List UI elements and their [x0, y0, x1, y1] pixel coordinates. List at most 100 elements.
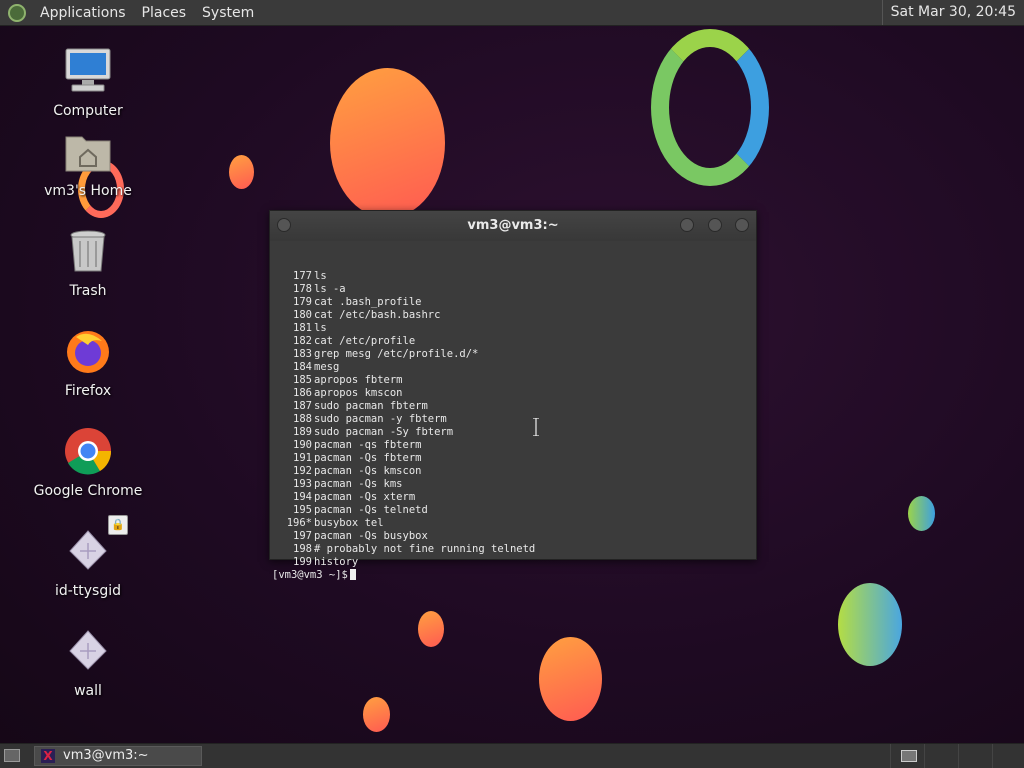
wallpaper-balloon [330, 68, 445, 218]
history-number: 186 [293, 387, 312, 399]
history-command: sudo pacman fbterm [314, 400, 428, 412]
history-command: sudo pacman -Sy fbterm [314, 426, 454, 438]
desktop-icon-id-ttysgid[interactable]: 🔒 id-ttysgid [28, 515, 148, 615]
terminal-history-line: 190 pacman -qs fbterm [272, 439, 754, 452]
terminal-history-line: 188 sudo pacman -y fbterm [272, 413, 754, 426]
show-desktop-icon[interactable] [4, 749, 20, 762]
history-command: pacman -Qs xterm [314, 491, 416, 503]
desktop-icon-label: Google Chrome [33, 483, 143, 499]
history-command: grep mesg /etc/profile.d/* [314, 348, 479, 360]
bottom-panel: X vm3@vm3:~ [0, 743, 1024, 768]
history-number: 197 [293, 530, 312, 542]
terminal-app-icon: X [41, 749, 55, 763]
terminal-history-line: 180 cat /etc/bash.bashrc [272, 309, 754, 322]
menu-logo-icon[interactable] [8, 3, 26, 22]
terminal-history-line: 196* busybox tel [272, 517, 754, 530]
history-command: ls -a [314, 283, 346, 295]
history-command: busybox tel [314, 517, 384, 529]
terminal-history-line: 193 pacman -Qs kms [272, 478, 754, 491]
terminal-history-line: 184 mesg [272, 361, 754, 374]
terminal-history-line: 179 cat .bash_profile [272, 296, 754, 309]
terminal-history-line: 178 ls -a [272, 283, 754, 296]
close-button[interactable] [735, 218, 749, 232]
desktop-icon-home[interactable]: vm3's Home [28, 125, 148, 215]
wallpaper-ring [651, 29, 769, 186]
taskbar-window-button[interactable]: X vm3@vm3:~ [34, 746, 202, 766]
window-menu-button[interactable] [277, 218, 291, 232]
terminal-prompt: [vm3@vm3 ~]$ [272, 569, 348, 581]
panel-clock[interactable]: Sat Mar 30, 20:45 [881, 0, 1024, 25]
wallpaper-balloon [229, 155, 254, 189]
terminal-history-line: 187 sudo pacman fbterm [272, 400, 754, 413]
menu-system[interactable]: System [194, 5, 262, 21]
desktop-icon-label: id-ttysgid [54, 583, 122, 599]
terminal-history-line: 181 ls [272, 322, 754, 335]
terminal-prompt-line[interactable]: [vm3@vm3 ~]$ [272, 569, 754, 582]
history-number: 195 [293, 504, 312, 516]
history-command: sudo pacman -y fbterm [314, 413, 447, 425]
chrome-icon [62, 425, 114, 477]
history-command: pacman -qs fbterm [314, 439, 422, 451]
terminal-output[interactable]: 177 ls 178 ls -a 179 cat .bash_profile 180 cat … [270, 241, 754, 581]
terminal-history-line: 195 pacman -Qs telnetd [272, 504, 754, 517]
maximize-button[interactable] [708, 218, 722, 232]
history-command: cat /etc/profile [314, 335, 416, 347]
history-command: # probably not fine running telnetd [314, 543, 536, 555]
history-number: 194 [293, 491, 312, 503]
terminal-history-line: 194 pacman -Qs xterm [272, 491, 754, 504]
history-number: 190 [293, 439, 312, 451]
history-number: 196* [286, 517, 312, 529]
terminal-history-line: 192 pacman -Qs kmscon [272, 465, 754, 478]
workspace-4[interactable] [992, 744, 1024, 768]
history-number: 177 [293, 270, 312, 282]
terminal-history-line: 185 apropos fbterm [272, 374, 754, 387]
wallpaper-balloon [908, 496, 935, 531]
history-command: ls [314, 322, 327, 334]
text-cursor-icon [533, 418, 539, 436]
desktop-icon-label: vm3's Home [44, 183, 132, 199]
terminal-title: vm3@vm3:~ [467, 218, 559, 233]
terminal-history-line: 177 ls [272, 270, 754, 283]
history-number: 198 [293, 543, 312, 555]
terminal-history-line: 183 grep mesg /etc/profile.d/* [272, 348, 754, 361]
history-command: apropos kmscon [314, 387, 403, 399]
desktop-icon-wall[interactable]: wall [28, 625, 148, 715]
top-panel: Applications Places System Sat Mar 30, 2… [0, 0, 1024, 26]
desktop-icon-chrome[interactable]: Google Chrome [28, 425, 148, 515]
terminal-history-line: 197 pacman -Qs busybox [272, 530, 754, 543]
history-command: pacman -Qs telnetd [314, 504, 428, 516]
desktop-icon-firefox[interactable]: Firefox [28, 325, 148, 415]
menu-applications[interactable]: Applications [32, 5, 134, 21]
terminal-cursor [349, 569, 356, 580]
history-number: 188 [293, 413, 312, 425]
terminal-titlebar[interactable]: vm3@vm3:~ [270, 211, 756, 241]
history-number: 193 [293, 478, 312, 490]
history-command: mesg [314, 361, 340, 373]
workspace-2[interactable] [924, 744, 958, 768]
history-number: 185 [293, 374, 312, 386]
terminal-history-line: 186 apropos kmscon [272, 387, 754, 400]
history-number: 199 [293, 556, 312, 568]
minimize-button[interactable] [680, 218, 694, 232]
wallpaper-balloon [539, 637, 602, 721]
terminal-history-line: 199 history [272, 556, 754, 569]
taskbar-window-label: vm3@vm3:~ [63, 748, 149, 763]
terminal-window[interactable]: vm3@vm3:~ 177 ls 178 ls -a 179 cat .bash_prof… [269, 210, 757, 581]
desktop-icon-trash[interactable]: Trash [28, 225, 148, 315]
history-number: 178 [293, 283, 312, 295]
history-number: 184 [293, 361, 312, 373]
desktop-icon-computer[interactable]: Computer [28, 45, 148, 135]
history-number: 182 [293, 335, 312, 347]
history-command: cat .bash_profile [314, 296, 422, 308]
history-command: history [314, 556, 359, 568]
lock-icon: 🔒 [108, 515, 128, 535]
history-number: 191 [293, 452, 312, 464]
menu-places[interactable]: Places [134, 5, 195, 21]
workspace-window-icon [901, 750, 917, 762]
workspace-1[interactable] [890, 744, 924, 768]
workspace-3[interactable] [958, 744, 992, 768]
terminal-history-line: 198 # probably not fine running telnetd [272, 543, 754, 556]
terminal-history-line: 182 cat /etc/profile [272, 335, 754, 348]
desktop-icon-label: Firefox [64, 383, 112, 399]
history-number: 179 [293, 296, 312, 308]
